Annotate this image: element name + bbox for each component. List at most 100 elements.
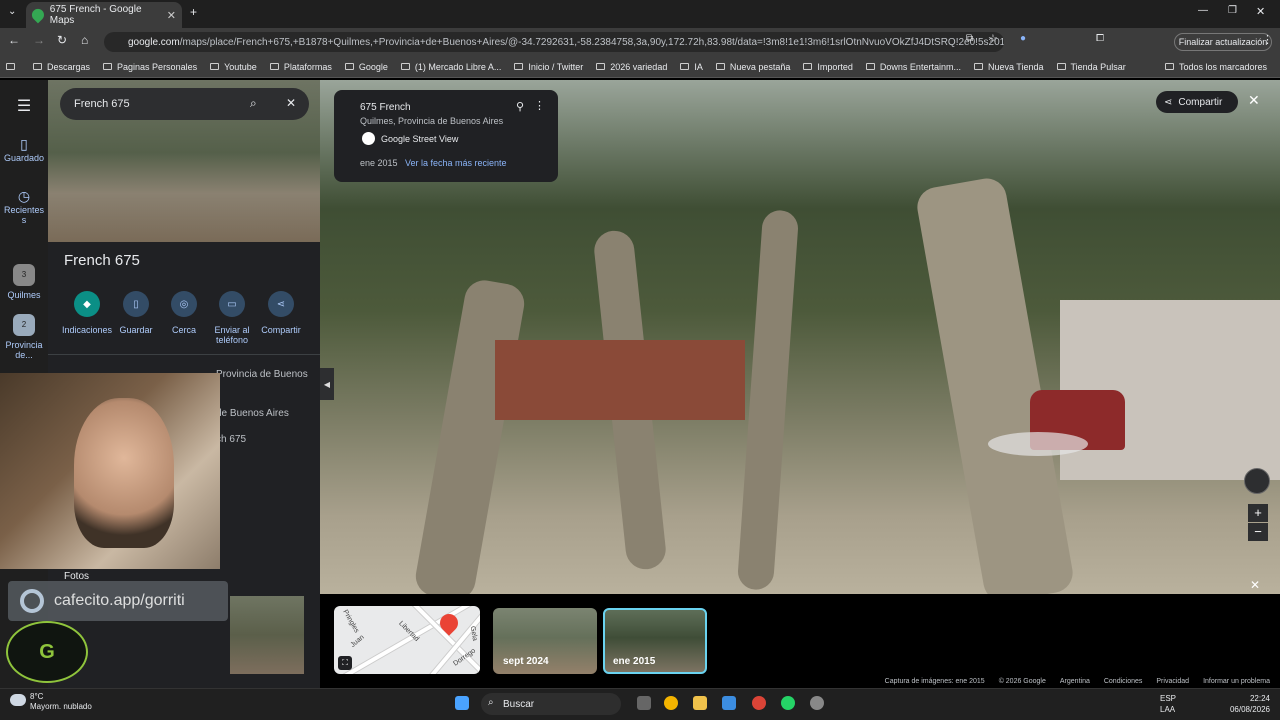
whatsapp-icon[interactable] [781, 696, 795, 710]
rail-quilmes-label: Quilmes [7, 290, 41, 300]
date: 06/08/2026 [1229, 705, 1270, 714]
app-icon[interactable] [722, 696, 736, 710]
start-icon[interactable] [455, 696, 469, 710]
install-icon[interactable]: ⧉ [966, 33, 973, 44]
new-tab-icon[interactable]: + [190, 5, 197, 19]
task-view-icon[interactable] [637, 696, 651, 710]
extension-icon[interactable]: ● [1020, 33, 1026, 44]
update-button[interactable]: Finalizar actualización [1174, 33, 1272, 51]
input-language[interactable]: ESP LAA [1160, 693, 1176, 715]
privacy-link[interactable]: Privacidad [1156, 678, 1189, 688]
extensions-puzzle-icon[interactable]: ⧠ [1096, 33, 1104, 44]
sv-card-subtitle: Quilmes, Provincia de Buenos Aires [360, 116, 504, 126]
rail-quilmes[interactable]: 3 Quilmes [0, 264, 48, 300]
divider [48, 354, 320, 355]
bookmark-nueva-pestana[interactable]: Nueva pestaña [715, 62, 790, 72]
street-label: Gela [468, 625, 479, 642]
weather-text: Mayorm. nublado [30, 702, 92, 711]
weather-widget[interactable]: 8°C Mayorm. nublado [10, 692, 92, 712]
clock[interactable]: 22:24 06/08/2026 [1214, 693, 1270, 715]
all-bookmarks[interactable]: Todos los marcadores [1164, 62, 1267, 72]
bookmark-youtube[interactable]: Youtube [210, 62, 257, 72]
cafecito-icon [20, 589, 44, 613]
more-icon[interactable]: ⋮ [534, 99, 545, 112]
chrome-active-icon[interactable] [752, 696, 766, 710]
bookmark-downs-entertainment[interactable]: Downs Entertainm... [865, 62, 961, 72]
bookmark-plataformas[interactable]: Plataformas [269, 62, 332, 72]
bookmark-twitter[interactable]: Inicio / Twitter [514, 62, 583, 72]
search-icon[interactable]: ⌕ [250, 96, 257, 111]
collapse-panel-button[interactable]: ◀ [320, 368, 334, 400]
forward-icon[interactable]: → [33, 33, 45, 47]
close-window-icon[interactable]: ✕ [1256, 5, 1265, 18]
rail-recent[interactable]: ◷ Recientes s [0, 188, 48, 225]
sv-source: Google Street View [362, 132, 458, 145]
menu-icon[interactable]: ☰ [0, 96, 48, 116]
channel-logo: G [6, 621, 88, 683]
zoom-in-button[interactable]: + [1248, 504, 1268, 522]
share-button[interactable]: ⋖ Compartir [1156, 91, 1238, 113]
street-view-cursor[interactable] [988, 432, 1088, 456]
address-bar[interactable]: google.com/maps/place/French+675,+B1878+… [104, 32, 1004, 52]
bookmark-paginas-personales[interactable]: Paginas Personales [103, 62, 197, 72]
cloud-icon [10, 694, 26, 706]
expand-map-icon[interactable]: ⛶ [338, 656, 352, 670]
snapshot-ene-2015[interactable]: ene 2015 [603, 608, 707, 674]
bookmark-google[interactable]: Google [344, 62, 388, 72]
tab-google-maps[interactable]: 675 French - Google Maps ✕ [26, 2, 182, 28]
tab-search-icon[interactable]: ⌄ [8, 6, 16, 17]
rail-recent-label: Recientes [3, 205, 45, 215]
photo-thumbnail[interactable] [230, 596, 304, 674]
share-icon: ⋖ [1164, 96, 1173, 108]
share-place-button[interactable]: ⋖ Compartir [251, 291, 311, 335]
home-icon[interactable]: ⌂ [81, 33, 88, 47]
chrome-icon[interactable] [664, 696, 678, 710]
url-path: /maps/place/French+675,+B1878+Quilmes,+P… [179, 36, 1004, 48]
taskbar-search[interactable]: ⌕ Buscar [481, 693, 621, 715]
bookmark-2026-variedad[interactable]: 2026 variedad [596, 62, 667, 72]
file-explorer-icon[interactable] [693, 696, 707, 710]
bookmark-star-icon[interactable]: ☆ [988, 32, 998, 45]
bookmark-nueva-tienda[interactable]: Nueva Tienda [973, 62, 1044, 72]
maximize-icon[interactable]: ❐ [1228, 5, 1237, 16]
street-label: Juan [349, 633, 366, 650]
search-icon: ⌕ [488, 697, 494, 708]
bookmark-mercado-libre[interactable]: (1) Mercado Libre A... [400, 62, 501, 72]
back-icon[interactable]: ← [8, 33, 20, 47]
zoom-out-button[interactable]: − [1248, 523, 1268, 541]
search-box[interactable]: French 675 ⌕ ✕ [60, 88, 309, 120]
nearby-label: Cerca [171, 325, 196, 335]
rail-saved-label: Guardado [3, 153, 45, 163]
region-link[interactable]: Argentina [1060, 678, 1090, 688]
terms-link[interactable]: Condiciones [1104, 678, 1143, 688]
tab-title: 675 French - Google Maps [49, 4, 142, 26]
bookmark-descargas[interactable]: Descargas [33, 62, 90, 72]
close-strip-icon[interactable]: ✕ [1250, 578, 1260, 592]
close-tab-icon[interactable]: ✕ [167, 9, 176, 22]
address-line[interactable]: Provincia de Buenos [216, 369, 308, 380]
directions-icon: ◆ [74, 291, 100, 317]
app-icon-2[interactable] [810, 696, 824, 710]
compass-icon[interactable] [1244, 468, 1270, 494]
bookmark-tienda-pulsar[interactable]: Tienda Pulsar [1056, 62, 1126, 72]
reload-icon[interactable]: ↻ [57, 33, 67, 47]
pin-icon[interactable]: ⚲ [516, 100, 524, 113]
minimize-icon[interactable]: — [1198, 5, 1208, 16]
rail-saved[interactable]: ▯ Guardado [0, 136, 48, 163]
clear-search-icon[interactable]: ✕ [286, 96, 296, 110]
mini-map[interactable]: Pringles Juan Libertad Dorrego Gela ⛶ [334, 606, 480, 674]
save-label: Guardar [119, 325, 153, 335]
report-link[interactable]: Informar un problema [1203, 678, 1270, 688]
streamer-face [74, 398, 174, 548]
google-icon [362, 132, 375, 145]
browser-menu-icon[interactable]: ⋮ [1262, 33, 1273, 46]
bookmark-ia[interactable]: IA [680, 62, 703, 72]
close-street-view-icon[interactable]: ✕ [1248, 92, 1260, 109]
rail-provincia[interactable]: 2 Provincia de... [0, 314, 48, 360]
latest-date-link[interactable]: Ver la fecha más reciente [405, 158, 507, 168]
bookmark-imported[interactable]: Imported [803, 62, 853, 72]
apps-icon[interactable] [6, 63, 20, 70]
search-input[interactable]: French 675 [74, 98, 130, 110]
snapshot-sept-2024[interactable]: sept 2024 [493, 608, 597, 674]
snapshot-date: sept 2024 [503, 656, 549, 667]
